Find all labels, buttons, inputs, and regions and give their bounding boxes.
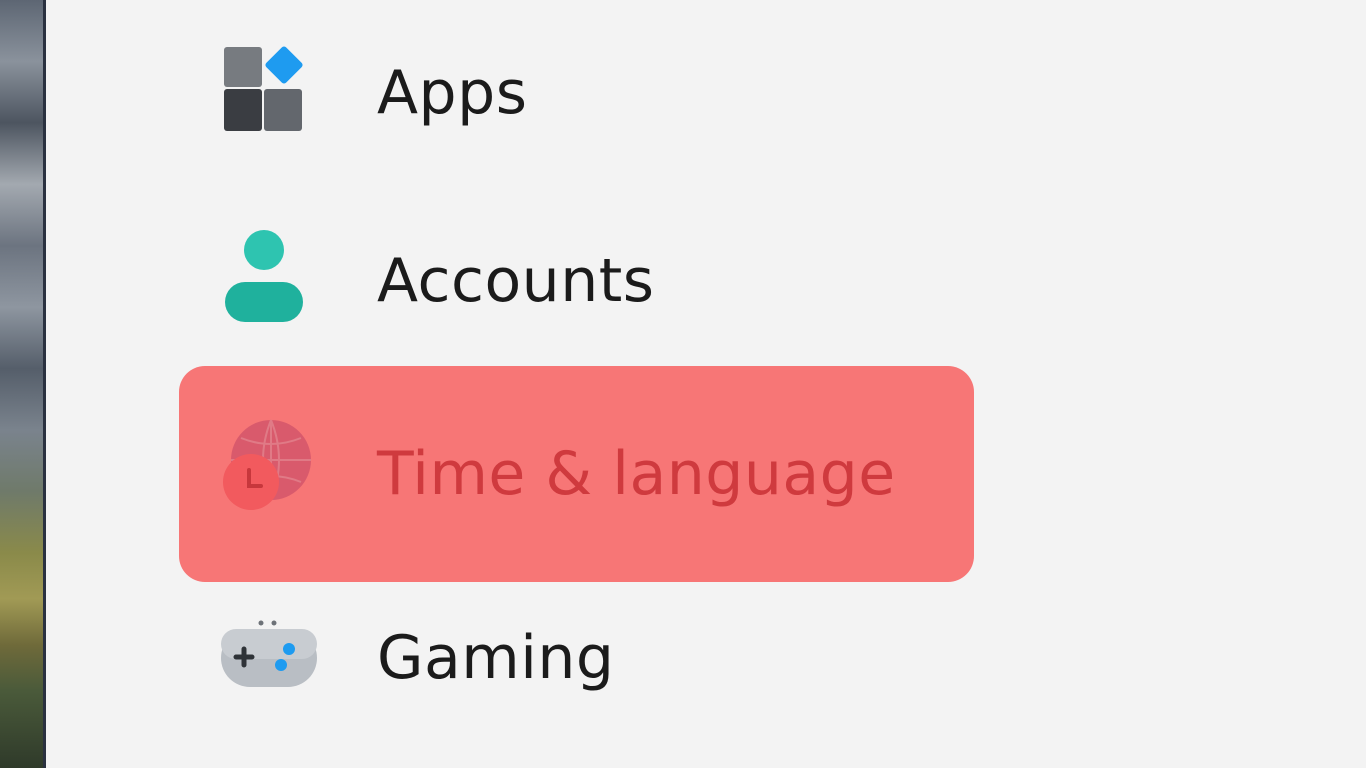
apps-icon: [224, 46, 303, 131]
sidebar-item-gaming[interactable]: Gaming: [179, 565, 974, 751]
sidebar-item-label: Gaming: [377, 623, 615, 693]
gaming-icon: [221, 620, 317, 687]
desktop-wallpaper: [0, 0, 46, 768]
sidebar-item-label: Accounts: [377, 246, 655, 316]
sidebar-item-label: Time & language: [377, 439, 896, 509]
sidebar-item-accounts[interactable]: Accounts: [179, 188, 974, 374]
sidebar-item-label: Apps: [377, 58, 528, 128]
sidebar-item-time-language[interactable]: Time & language: [179, 366, 974, 582]
time-language-icon: [223, 419, 311, 510]
settings-navigation-panel: Apps Accounts Time & language Gaming: [46, 0, 1366, 768]
sidebar-item-apps[interactable]: Apps: [179, 0, 974, 186]
accounts-icon: [225, 230, 303, 322]
